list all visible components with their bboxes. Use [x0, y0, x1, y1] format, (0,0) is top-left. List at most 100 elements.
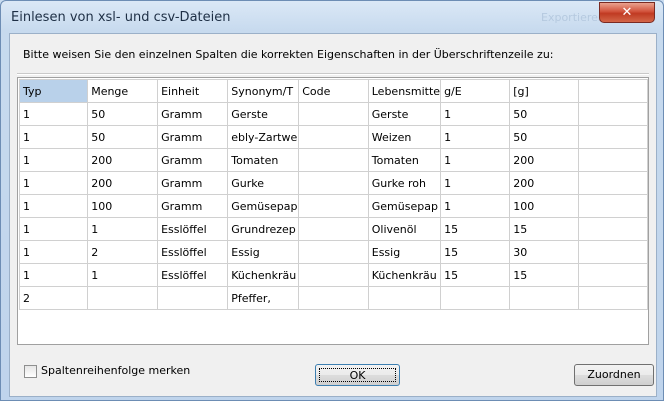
table-cell[interactable]: 200	[87, 171, 159, 195]
table-cell[interactable]: Tomaten	[367, 148, 442, 172]
table-cell[interactable]: 1	[87, 217, 159, 241]
table-cell[interactable]: 1	[18, 102, 89, 126]
table-cell[interactable]: Gemüsepap	[367, 194, 442, 218]
table-cell[interactable]	[298, 125, 369, 149]
table-cell[interactable]	[298, 286, 369, 310]
table-cell[interactable]: 100	[509, 194, 580, 218]
table-cell[interactable]	[367, 286, 442, 310]
table-cell[interactable]: 50	[87, 125, 159, 149]
table-cell[interactable]: 50	[509, 102, 580, 126]
assign-button[interactable]: Zuordnen	[574, 364, 654, 386]
table-cell[interactable]: Gramm	[157, 102, 229, 126]
column-header-cell[interactable]: Code	[298, 79, 369, 103]
title-bar[interactable]: Einlesen von xsl- und csv-Dateien Export…	[1, 1, 663, 33]
remember-column-order-checkbox[interactable]	[24, 365, 37, 378]
table-cell[interactable]: Gramm	[157, 171, 229, 195]
table-cell[interactable]: 1	[18, 217, 89, 241]
table-row[interactable]: 1 200 Gramm Tomaten Tomaten 1 200	[18, 148, 648, 172]
table-cell[interactable]: 1	[440, 125, 511, 149]
table-cell[interactable]	[509, 286, 580, 310]
table-cell[interactable]	[578, 102, 648, 126]
table-cell[interactable]: Gerste	[227, 102, 300, 126]
table-cell[interactable]	[578, 217, 648, 241]
table-cell[interactable]: Esslöffel	[157, 217, 229, 241]
table-row[interactable]: 1 50 Gramm ebly-Zartwe Weizen 1 50	[18, 125, 648, 149]
table-cell[interactable]: 200	[87, 148, 159, 172]
table-cell[interactable]: 1	[440, 148, 511, 172]
table-cell[interactable]: 1	[18, 263, 89, 287]
column-header-cell[interactable]: g/E	[440, 79, 511, 103]
table-cell[interactable]: 100	[87, 194, 159, 218]
column-header-cell[interactable]: Menge	[87, 79, 159, 103]
table-cell[interactable]: 15	[509, 217, 580, 241]
table-cell[interactable]	[578, 194, 648, 218]
ok-button[interactable]: OK	[315, 364, 400, 386]
table-cell[interactable]: 1	[18, 194, 89, 218]
column-header-cell[interactable]: Lebensmitte	[367, 79, 442, 103]
table-cell[interactable]: Essig	[367, 240, 442, 264]
table-cell[interactable]: 50	[87, 102, 159, 126]
table-cell[interactable]	[578, 263, 648, 287]
table-cell[interactable]: 50	[509, 125, 580, 149]
table-cell[interactable]: Tomaten	[227, 148, 300, 172]
table-cell[interactable]: Olivenöl	[367, 217, 442, 241]
table-row[interactable]: 1 200 Gramm Gurke Gurke roh 1 200	[18, 171, 648, 195]
table-cell[interactable]: Esslöffel	[157, 240, 229, 264]
table-cell[interactable]	[578, 148, 648, 172]
table-cell[interactable]	[298, 148, 369, 172]
table-cell[interactable]: ebly-Zartwe	[227, 125, 300, 149]
table-cell[interactable]: Gurke	[227, 171, 300, 195]
column-header-cell[interactable]: Typ	[18, 79, 89, 103]
column-header-cell[interactable]: Einheit	[157, 79, 229, 103]
table-cell[interactable]: 15	[440, 217, 511, 241]
table-cell[interactable]: 1	[18, 171, 89, 195]
table-cell[interactable]: 200	[509, 148, 580, 172]
table-row[interactable]: 1 1 Esslöffel Grundrezep Olivenöl 15 15	[18, 217, 648, 241]
table-cell[interactable]: Essig	[227, 240, 300, 264]
table-cell[interactable]: Gramm	[157, 125, 229, 149]
table-cell[interactable]	[298, 263, 369, 287]
table-row[interactable]: 1 100 Gramm Gemüsepap Gemüsepap 1 100	[18, 194, 648, 218]
table-row[interactable]: 1 50 Gramm Gerste Gerste 1 50	[18, 102, 648, 126]
table-cell[interactable]: 15	[440, 240, 511, 264]
table-row[interactable]: 2 Pfeffer,	[18, 286, 648, 310]
table-cell[interactable]: Gramm	[157, 148, 229, 172]
table-cell[interactable]: Gurke roh	[367, 171, 442, 195]
close-button[interactable]: ✕	[599, 2, 655, 23]
table-cell[interactable]	[298, 171, 369, 195]
table-cell[interactable]	[578, 171, 648, 195]
table-cell[interactable]: Gemüsepap	[227, 194, 300, 218]
table-cell[interactable]: 200	[509, 171, 580, 195]
table-cell[interactable]: 1	[440, 194, 511, 218]
table-cell[interactable]: Küchenkräu	[367, 263, 442, 287]
table-cell[interactable]: 30	[509, 240, 580, 264]
table-cell[interactable]	[298, 194, 369, 218]
table-cell[interactable]	[157, 286, 229, 310]
table-cell[interactable]: 1	[18, 125, 89, 149]
table-cell[interactable]: Gerste	[367, 102, 442, 126]
table-cell[interactable]: 15	[509, 263, 580, 287]
table-cell[interactable]	[87, 286, 159, 310]
table-cell[interactable]	[298, 102, 369, 126]
table-cell[interactable]: 1	[18, 240, 89, 264]
table-cell[interactable]: Gramm	[157, 194, 229, 218]
table-cell[interactable]: 1	[440, 102, 511, 126]
table-cell[interactable]: Küchenkräu	[227, 263, 300, 287]
table-cell[interactable]	[298, 217, 369, 241]
table-cell[interactable]: 1	[18, 148, 89, 172]
table-cell[interactable]: 2	[18, 286, 89, 310]
table-row[interactable]: 1 1 Esslöffel Küchenkräu Küchenkräu 15 15	[18, 263, 648, 287]
table-cell[interactable]: Pfeffer,	[227, 286, 300, 310]
table-cell[interactable]: 1	[440, 171, 511, 195]
table-cell[interactable]: Weizen	[367, 125, 442, 149]
data-grid[interactable]: Typ Menge Einheit Synonym/T Code Lebensmitte g…	[17, 77, 649, 345]
table-cell[interactable]	[578, 240, 648, 264]
table-cell[interactable]: 15	[440, 263, 511, 287]
table-cell[interactable]: 2	[87, 240, 159, 264]
column-header-cell[interactable]	[578, 79, 648, 103]
table-cell[interactable]	[440, 286, 511, 310]
table-cell[interactable]	[578, 125, 648, 149]
column-header-cell[interactable]: Synonym/T	[227, 79, 300, 103]
column-header-cell[interactable]: [g]	[509, 79, 580, 103]
table-cell[interactable]	[578, 286, 648, 310]
